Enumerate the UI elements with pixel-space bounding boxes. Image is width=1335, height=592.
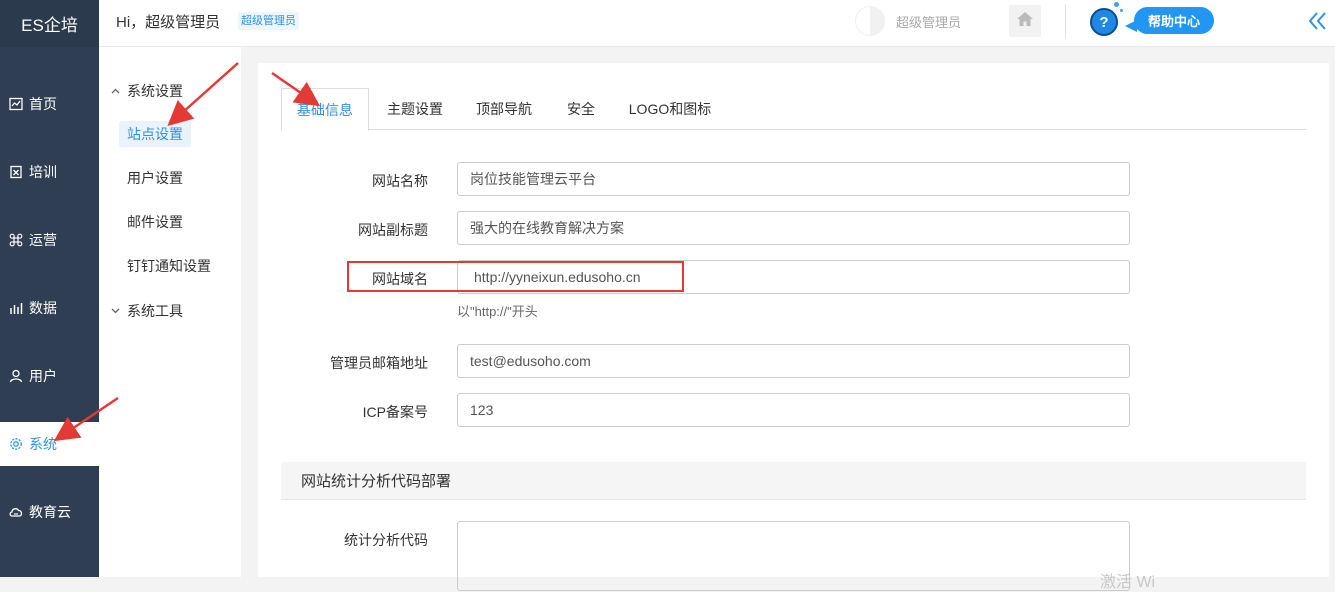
home-button[interactable] xyxy=(1009,5,1041,37)
bar-chart-icon xyxy=(9,301,23,315)
submenu-item-mail-settings[interactable]: 邮件设置 xyxy=(119,209,191,235)
submenu-item-dingtalk-settings[interactable]: 钉钉通知设置 xyxy=(119,253,219,279)
site-name-input[interactable]: 岗位技能管理云平台 xyxy=(457,162,1130,196)
question-icon[interactable]: ? xyxy=(1090,8,1118,36)
icp-label: ICP备案号 xyxy=(362,404,428,420)
activation-watermark: 激活 Wi xyxy=(1100,574,1156,591)
chevron-down-icon xyxy=(111,306,121,317)
user-icon xyxy=(9,369,23,383)
main-sidebar: ES企培 首页 培训 运营 数据 用户 系统 教育云 xyxy=(0,0,99,577)
sidebar-item-label: 系统 xyxy=(29,436,57,452)
secondary-menu: 系统设置 站点设置 用户设置 邮件设置 钉钉通知设置 系统工具 xyxy=(99,47,241,577)
double-chevron-left-icon[interactable] xyxy=(1307,10,1329,32)
chart-icon xyxy=(9,97,23,111)
settings-panel: 基础信息 主题设置 顶部导航 安全 LOGO和图标 网站名称 岗位技能管理云平台… xyxy=(258,63,1329,591)
sidebar-item-operations[interactable]: 运营 xyxy=(0,218,99,262)
sidebar-item-label: 首页 xyxy=(29,96,57,112)
greeting-text: Hi，超级管理员 xyxy=(116,14,221,31)
header-divider xyxy=(1065,4,1066,38)
help-decoration-dot xyxy=(1120,9,1123,12)
submenu-group-label: 系统设置 xyxy=(127,83,183,99)
chevron-up-icon xyxy=(111,86,121,97)
help-decoration-dot xyxy=(1114,2,1119,7)
brand-logo[interactable]: ES企培 xyxy=(0,0,99,47)
cloud-icon xyxy=(9,505,23,519)
submenu-item-site-settings[interactable]: 站点设置 xyxy=(119,121,191,147)
submenu-group-label: 系统工具 xyxy=(127,303,183,319)
sidebar-item-training[interactable]: 培训 xyxy=(0,150,99,194)
sidebar-item-edu-cloud[interactable]: 教育云 xyxy=(0,490,99,534)
top-header: Hi，超级管理员 超级管理员 超级管理员 ? 帮助中心 xyxy=(99,0,1335,47)
submenu-item-user-settings[interactable]: 用户设置 xyxy=(119,165,191,191)
tab-theme[interactable]: 主题设置 xyxy=(374,88,456,130)
sidebar-item-label: 用户 xyxy=(29,368,57,384)
admin-email-label: 管理员邮箱地址 xyxy=(330,355,428,371)
submenu-group-system-tools[interactable]: 系统工具 xyxy=(111,301,183,321)
sidebar-item-home[interactable]: 首页 xyxy=(0,82,99,126)
admin-email-input[interactable]: test@edusoho.com xyxy=(457,344,1130,378)
book-icon xyxy=(9,165,23,179)
analytics-code-label: 统计分析代码 xyxy=(344,532,428,548)
sidebar-item-system[interactable]: 系统 xyxy=(0,422,99,466)
help-center-button[interactable]: 帮助中心 xyxy=(1134,7,1214,34)
sidebar-item-label: 运营 xyxy=(29,232,57,248)
domain-help-text: 以"http://"开头 xyxy=(457,304,538,319)
analytics-code-textarea[interactable] xyxy=(457,521,1130,591)
icp-input[interactable]: 123 xyxy=(457,393,1130,427)
highlight-box xyxy=(347,261,684,292)
tab-basic-info[interactable]: 基础信息 xyxy=(281,88,369,131)
tab-top-nav[interactable]: 顶部导航 xyxy=(463,88,545,130)
settings-tabs: 基础信息 主题设置 顶部导航 安全 LOGO和图标 xyxy=(281,88,1306,131)
sidebar-item-label: 培训 xyxy=(29,164,57,180)
avatar[interactable] xyxy=(855,6,885,36)
analytics-section-header: 网站统计分析代码部署 xyxy=(281,462,1306,500)
role-badge: 超级管理员 xyxy=(238,12,299,30)
sidebar-item-label: 教育云 xyxy=(29,504,71,520)
site-subtitle-label: 网站副标题 xyxy=(358,222,428,238)
home-icon xyxy=(1016,11,1034,32)
command-icon xyxy=(9,233,23,247)
submenu-group-system-settings[interactable]: 系统设置 xyxy=(111,81,183,101)
site-subtitle-input[interactable]: 强大的在线教育解决方案 xyxy=(457,211,1130,245)
tab-logo-icon[interactable]: LOGO和图标 xyxy=(621,88,719,130)
gear-icon xyxy=(9,437,23,451)
site-name-label: 网站名称 xyxy=(372,173,428,189)
sidebar-item-data[interactable]: 数据 xyxy=(0,286,99,330)
tab-security[interactable]: 安全 xyxy=(551,88,611,130)
header-user-name[interactable]: 超级管理员 xyxy=(896,12,961,31)
sidebar-item-label: 数据 xyxy=(29,300,57,316)
sidebar-item-users[interactable]: 用户 xyxy=(0,354,99,398)
